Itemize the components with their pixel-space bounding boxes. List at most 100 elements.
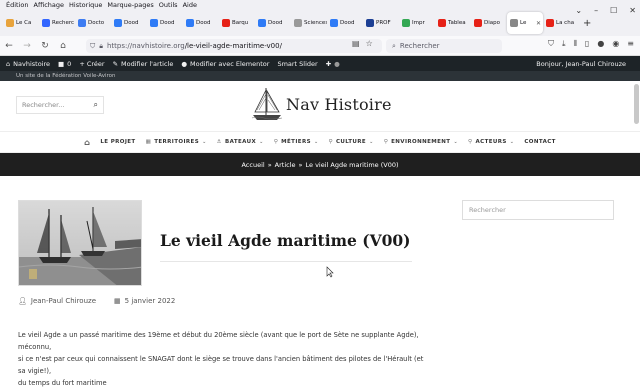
menu-view[interactable]: Affichage bbox=[34, 1, 65, 9]
tab-label: Tablea bbox=[448, 20, 466, 26]
browser-tab[interactable]: Impr bbox=[399, 12, 435, 34]
search-icon[interactable]: ⌕ bbox=[94, 100, 98, 110]
account-icon[interactable]: ● bbox=[597, 39, 604, 49]
article-thumbnail[interactable] bbox=[18, 200, 142, 286]
admin-greeting[interactable]: Bonjour, Jean-Paul Chirouze bbox=[536, 60, 626, 68]
back-icon[interactable]: ← bbox=[0, 41, 18, 51]
site-search-input[interactable]: Rechercher... ⌕ bbox=[16, 96, 104, 114]
url-bar[interactable]: ⛉ 🔒︎ https://navhistoire.org/le-vieil-ag… bbox=[86, 39, 382, 53]
tab-controls: ⌄ – ☐ ✕ bbox=[575, 6, 636, 15]
extension-icon[interactable]: ◉ bbox=[612, 39, 619, 49]
browser-tab[interactable]: Dood bbox=[111, 12, 147, 34]
tab-favicon-icon bbox=[402, 19, 410, 27]
all-tabs-chevron-icon[interactable]: ⌄ bbox=[575, 6, 582, 15]
nav-item-icon: ⚲ bbox=[328, 139, 333, 145]
tab-label: Barqu bbox=[232, 20, 249, 26]
menu-help[interactable]: Aide bbox=[183, 1, 197, 9]
chevron-down-icon: ⌄ bbox=[202, 139, 207, 145]
browser-tab[interactable]: Docto bbox=[75, 12, 111, 34]
article-body-line: Le vieil Agde a un passé maritime des 19… bbox=[18, 331, 419, 351]
nav-item-territoires[interactable]: ▦ TERRITOIRES ⌄ bbox=[146, 139, 207, 145]
tab-favicon-icon bbox=[438, 19, 446, 27]
browser-tab[interactable]: Recherc bbox=[39, 12, 75, 34]
browser-search-bar[interactable]: ⌕ Rechercher bbox=[386, 39, 502, 53]
site-logo[interactable]: Nav Histoire bbox=[250, 85, 392, 123]
toolbar-right-icons: ⛉ ⤓ ⫴ ▯ ● ◉ ≡ bbox=[548, 39, 634, 49]
close-window-icon[interactable]: ✕ bbox=[629, 6, 636, 15]
browser-search-placeholder: Rechercher bbox=[399, 42, 440, 50]
article-author[interactable]: Jean-Paul Chirouze bbox=[31, 297, 96, 305]
seo-icon: ✚ bbox=[325, 59, 332, 68]
pocket-icon[interactable]: ⛉ bbox=[548, 39, 554, 49]
article-body: Le vieil Agde a un passé maritime des 19… bbox=[18, 329, 430, 389]
tab-favicon-icon bbox=[258, 19, 266, 27]
breadcrumb-home[interactable]: Accueil bbox=[241, 161, 264, 169]
tab-favicon-icon bbox=[222, 19, 230, 27]
sidebar-search-input[interactable]: Rechercher bbox=[462, 200, 614, 220]
browser-tab[interactable]: La cha bbox=[543, 12, 579, 34]
nav-item-icon: ⚲ bbox=[468, 139, 473, 145]
browser-tab[interactable]: Diapo bbox=[471, 12, 507, 34]
downloads-icon[interactable]: ⤓ bbox=[562, 39, 566, 49]
breadcrumb-current: Le vieil Agde maritime (V00) bbox=[305, 160, 399, 169]
nav-item-le-projet[interactable]: LE PROJET bbox=[100, 139, 135, 145]
browser-tab[interactable]: Dood bbox=[255, 12, 291, 34]
chevron-down-icon: ⌄ bbox=[369, 139, 374, 145]
browser-tab[interactable]: PROF bbox=[363, 12, 399, 34]
page-scrollbar[interactable] bbox=[634, 84, 639, 124]
nav-item-contact[interactable]: CONTACT bbox=[524, 139, 555, 145]
bookmark-star-icon[interactable]: ☆ bbox=[366, 39, 373, 48]
admin-comments-count: 0 bbox=[67, 59, 72, 68]
menu-tools[interactable]: Outils bbox=[159, 1, 178, 9]
breadcrumb-article[interactable]: Article bbox=[275, 161, 296, 169]
nav-item-bateaux[interactable]: ⚓ BATEAUX ⌄ bbox=[217, 139, 264, 145]
close-tab-icon[interactable]: ✕ bbox=[536, 20, 541, 27]
home-icon[interactable]: ⌂ bbox=[84, 138, 90, 147]
browser-tab[interactable]: Tablea bbox=[435, 12, 471, 34]
maximize-icon[interactable]: ☐ bbox=[610, 6, 617, 15]
minimize-icon[interactable]: – bbox=[594, 6, 598, 15]
admin-smart-slider-label: Smart Slider bbox=[277, 59, 318, 68]
browser-tab[interactable]: Sciences bbox=[291, 12, 327, 34]
admin-seo[interactable]: ✚ ● bbox=[326, 60, 340, 68]
lock-icon[interactable]: 🔒︎ bbox=[99, 42, 103, 51]
browser-tab[interactable]: Le ✕ bbox=[507, 12, 543, 34]
shield-icon[interactable]: ⛉ bbox=[90, 42, 95, 51]
new-tab-icon[interactable]: + bbox=[583, 18, 591, 29]
harbor-photo-image bbox=[19, 201, 141, 285]
reader-view-icon[interactable]: ▤ bbox=[352, 39, 360, 48]
url-actions: ▤ ☆ bbox=[352, 39, 373, 48]
nav-item-environnement[interactable]: ⚲ ENVIRONNEMENT ⌄ bbox=[384, 139, 458, 145]
home-icon[interactable]: ⌂ bbox=[54, 41, 72, 51]
menu-edit[interactable]: Édition bbox=[6, 1, 29, 9]
nav-item-label: CULTURE bbox=[335, 139, 367, 145]
nav-item-métiers[interactable]: ⚲ MÉTIERS ⌄ bbox=[274, 139, 319, 145]
tab-favicon-icon bbox=[186, 19, 194, 27]
admin-site-link[interactable]: ⌂ Navhistoire bbox=[6, 60, 50, 68]
nav-item-acteurs[interactable]: ⚲ ACTEURS ⌄ bbox=[468, 139, 514, 145]
overflow-menu-icon[interactable]: ≡ bbox=[627, 39, 634, 49]
tab-label: Dood bbox=[124, 20, 139, 26]
sidebar-icon[interactable]: ▯ bbox=[585, 39, 589, 49]
browser-tab[interactable]: Dood bbox=[147, 12, 183, 34]
admin-new[interactable]: + Créer bbox=[79, 60, 104, 68]
menu-bookmarks[interactable]: Marque-pages bbox=[107, 1, 153, 9]
admin-site-name: Navhistoire bbox=[13, 59, 51, 68]
admin-elementor[interactable]: ● Modifier avec Elementor bbox=[181, 60, 269, 68]
browser-tab[interactable]: Le Ca bbox=[3, 12, 39, 34]
menu-history[interactable]: Historique bbox=[69, 1, 102, 9]
search-icon: ⌕ bbox=[392, 41, 396, 50]
logo-text: Nav Histoire bbox=[286, 94, 392, 114]
browser-tab[interactable]: Barqu bbox=[219, 12, 255, 34]
library-icon[interactable]: ⫴ bbox=[574, 39, 577, 49]
admin-edit-label: Modifier l'article bbox=[121, 59, 174, 68]
forward-icon[interactable]: → bbox=[18, 41, 36, 51]
comment-icon: ■ bbox=[58, 59, 65, 68]
admin-edit-post[interactable]: ✎ Modifier l'article bbox=[113, 60, 174, 68]
reload-icon[interactable]: ↻ bbox=[36, 41, 54, 51]
admin-smart-slider[interactable]: Smart Slider bbox=[277, 60, 317, 68]
admin-comments[interactable]: ■ 0 bbox=[58, 60, 71, 68]
browser-tab[interactable]: Dood bbox=[327, 12, 363, 34]
browser-tab[interactable]: Dood bbox=[183, 12, 219, 34]
nav-item-culture[interactable]: ⚲ CULTURE ⌄ bbox=[329, 139, 374, 145]
